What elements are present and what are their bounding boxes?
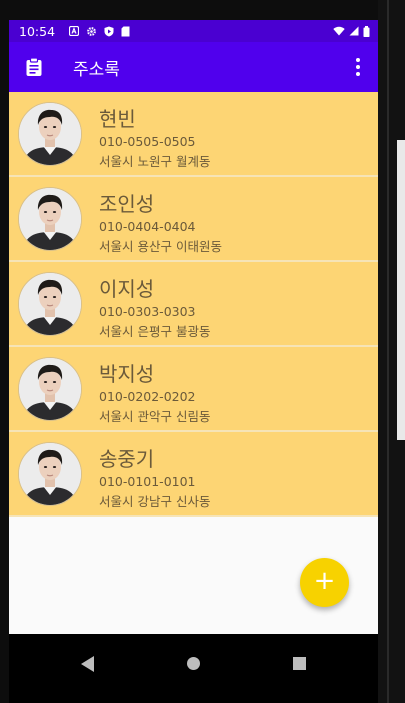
contact-address: 서울시 강남구 신사동	[99, 494, 211, 509]
device-right-bezel	[378, 0, 405, 703]
contact-name: 박지성	[99, 362, 155, 386]
gear-icon	[87, 26, 96, 36]
contact-avatar	[18, 442, 82, 506]
contact-row[interactable]: 이지성 010-0303-0303 서울시 은평구 불광동	[9, 262, 378, 347]
contact-name: 송중기	[99, 447, 155, 471]
contact-row[interactable]: 조인성 010-0404-0404 서울시 용산구 이태원동	[9, 177, 378, 262]
contact-list: 현빈 010-0505-0505 서울시 노원구 월계동 조인성 010-040…	[9, 92, 378, 517]
contact-row[interactable]: 현빈 010-0505-0505 서울시 노원구 월계동	[9, 92, 378, 177]
status-bar: 10:54	[9, 20, 378, 42]
navigation-bar	[9, 634, 378, 703]
clipboard-icon	[26, 57, 42, 76]
device-top-bezel	[0, 0, 405, 20]
add-icon: +	[313, 566, 336, 596]
contact-name: 현빈	[99, 107, 136, 131]
contact-row[interactable]: 송중기 010-0101-0101 서울시 강남구 신사동	[9, 432, 378, 517]
contact-phone: 010-0404-0404	[99, 219, 196, 234]
contact-address: 서울시 용산구 이태원동	[99, 239, 222, 254]
phone-screen: 10:54 주소록 현빈 010-0505-0505 서울시 노원구 월계동 조…	[9, 20, 378, 634]
home-icon[interactable]	[187, 657, 200, 670]
app-bar: 주소록	[9, 42, 378, 92]
wifi-icon	[333, 26, 345, 36]
more-vert-icon[interactable]	[350, 56, 366, 78]
contact-name: 조인성	[99, 192, 155, 216]
device-edge	[387, 0, 389, 703]
background-window-sliver	[397, 140, 405, 440]
a-icon	[69, 26, 80, 36]
contact-phone: 010-0101-0101	[99, 474, 196, 489]
contact-address: 서울시 관악구 신림동	[99, 409, 211, 424]
contact-avatar	[18, 272, 82, 336]
contact-row[interactable]: 박지성 010-0202-0202 서울시 관악구 신림동	[9, 347, 378, 432]
battery-icon	[363, 25, 370, 37]
contact-phone: 010-0505-0505	[99, 134, 196, 149]
app-title: 주소록	[73, 59, 120, 80]
contact-name: 이지성	[99, 277, 155, 301]
contact-address: 서울시 은평구 불광동	[99, 324, 211, 339]
system-icons	[333, 25, 370, 37]
sd-card-icon	[121, 26, 130, 36]
status-time: 10:54	[19, 23, 56, 39]
contact-phone: 010-0202-0202	[99, 389, 196, 404]
play-protect-icon	[104, 26, 114, 36]
add-contact-button[interactable]: +	[300, 558, 349, 607]
contact-address: 서울시 노원구 월계동	[99, 154, 211, 169]
recents-icon[interactable]	[293, 657, 306, 670]
contact-avatar	[18, 102, 82, 166]
device-left-bezel	[0, 0, 9, 703]
contact-avatar	[18, 187, 82, 251]
back-icon[interactable]	[81, 656, 94, 672]
notification-icons	[69, 26, 130, 37]
contact-avatar	[18, 357, 82, 421]
contact-phone: 010-0303-0303	[99, 304, 196, 319]
signal-icon	[349, 26, 359, 36]
